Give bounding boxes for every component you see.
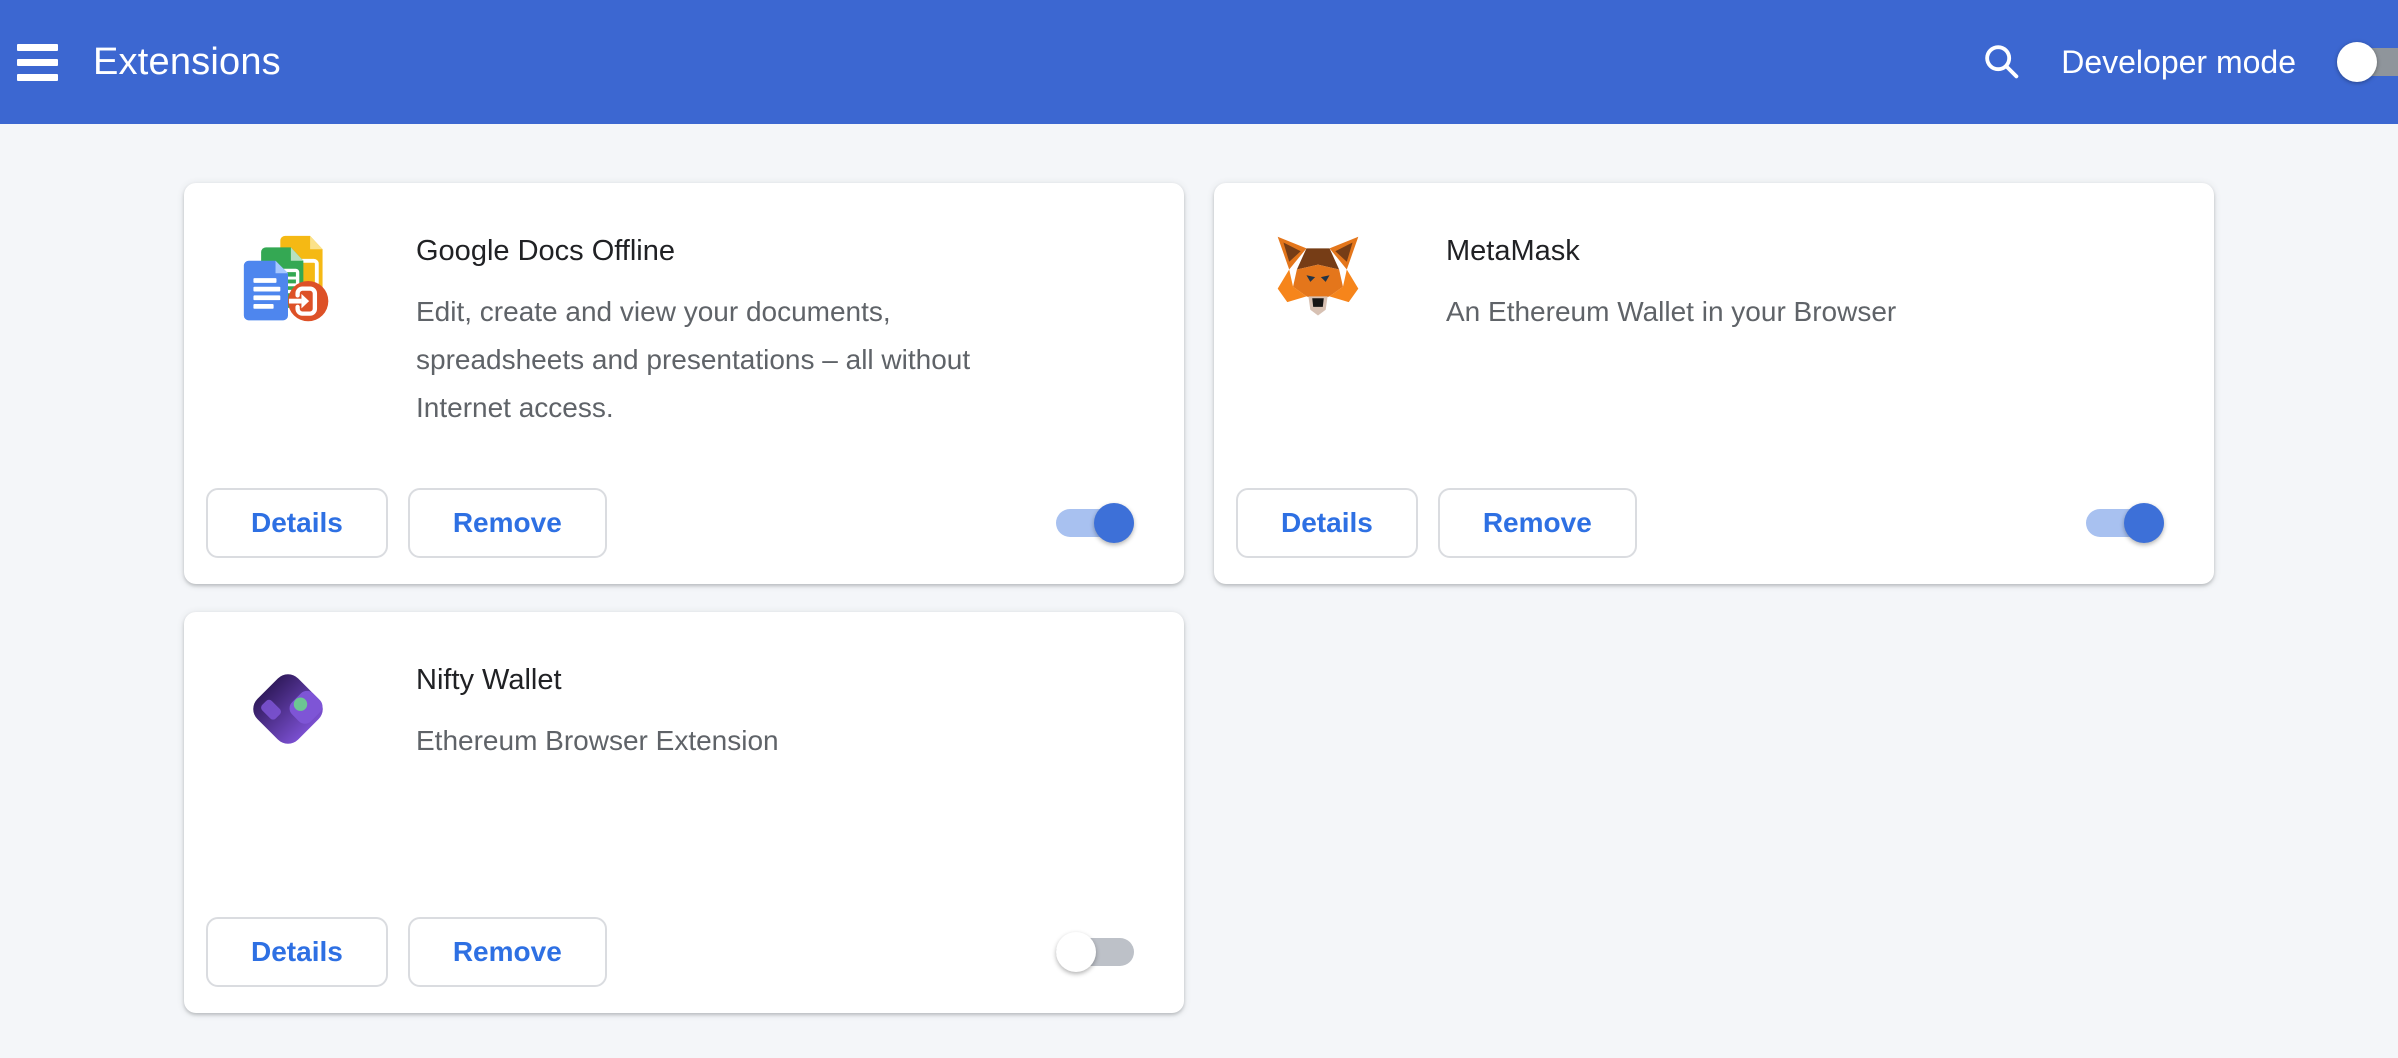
google-docs-offline-icon (240, 232, 336, 328)
extension-description: Ethereum Browser Extension (416, 717, 779, 765)
header-right-controls: Developer mode (1979, 32, 2398, 92)
page-title: Extensions (93, 41, 281, 84)
extensions-grid: Google Docs Offline Edit, create and vie… (184, 183, 2214, 1013)
toggle-knob (1056, 932, 1096, 972)
remove-button[interactable]: Remove (1438, 488, 1637, 558)
extension-name: MetaMask (1446, 228, 1896, 272)
extension-name: Nifty Wallet (416, 657, 779, 701)
card-actions: Details Remove (206, 488, 1134, 558)
search-icon (1979, 39, 2025, 85)
extension-name: Google Docs Offline (416, 228, 1056, 272)
extension-description: An Ethereum Wallet in your Browser (1446, 288, 1896, 336)
toggle-knob (1094, 503, 1134, 543)
card-actions: Details Remove (1236, 488, 2164, 558)
developer-mode-toggle-slot (2337, 32, 2398, 92)
hamburger-menu-icon (17, 44, 58, 51)
search-button[interactable] (1979, 39, 2025, 85)
details-button[interactable]: Details (206, 917, 388, 987)
extension-card-nifty-wallet: Nifty Wallet Ethereum Browser Extension … (184, 612, 1184, 1013)
extension-enabled-toggle[interactable] (1056, 509, 1134, 537)
extension-card-google-docs-offline: Google Docs Offline Edit, create and vie… (184, 183, 1184, 584)
extension-description: Edit, create and view your documents, sp… (416, 288, 1056, 432)
extension-enabled-toggle[interactable] (2086, 509, 2164, 537)
details-button[interactable]: Details (1236, 488, 1418, 558)
app-header: Extensions Developer mode (0, 0, 2398, 124)
developer-mode-toggle[interactable] (2337, 48, 2398, 76)
details-button[interactable]: Details (206, 488, 388, 558)
nifty-wallet-icon (240, 661, 336, 757)
metamask-fox-icon (1270, 232, 1366, 328)
toggle-knob (2337, 42, 2377, 82)
remove-button[interactable]: Remove (408, 488, 607, 558)
extension-enabled-toggle[interactable] (1056, 938, 1134, 966)
card-actions: Details Remove (206, 917, 1134, 987)
toggle-knob (2124, 503, 2164, 543)
remove-button[interactable]: Remove (408, 917, 607, 987)
developer-mode-label: Developer mode (2061, 44, 2296, 81)
extension-card-metamask: MetaMask An Ethereum Wallet in your Brow… (1214, 183, 2214, 584)
hamburger-menu-button[interactable] (5, 30, 69, 94)
